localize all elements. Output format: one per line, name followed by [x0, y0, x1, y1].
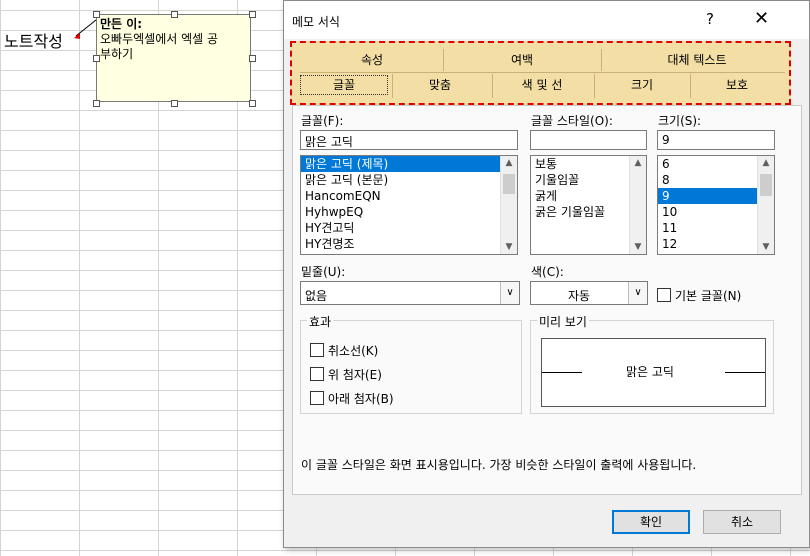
- strikethrough-checkbox[interactable]: [310, 343, 324, 357]
- cancel-button[interactable]: 취소: [703, 510, 781, 534]
- preview-baseline-right: [725, 372, 765, 373]
- resize-handle[interactable]: [249, 11, 256, 18]
- chevron-down-icon[interactable]: ∨: [628, 282, 647, 304]
- scroll-thumb[interactable]: [503, 174, 515, 194]
- scroll-up-icon[interactable]: ▲: [630, 156, 646, 170]
- effects-group: 효과 취소선(K) 위 첨자(E) 아래 첨자(B): [300, 313, 522, 414]
- tab-divider: [594, 74, 595, 98]
- info-text: 이 글꼴 스타일은 화면 표시용입니다. 가장 비슷한 스타일이 출력에 사용됩…: [301, 458, 697, 472]
- tab-divider: [601, 49, 602, 71]
- tab-alignment[interactable]: 맞춤: [400, 76, 480, 94]
- font-list-item[interactable]: 맑은 고딕 (제목): [301, 156, 517, 172]
- preview-title: 미리 보기: [537, 313, 589, 330]
- tab-alt-text[interactable]: 대체 텍스트: [632, 51, 762, 69]
- superscript-label: 위 첨자(E): [328, 368, 382, 382]
- scroll-thumb[interactable]: [760, 174, 772, 196]
- subscript-checkbox[interactable]: [310, 391, 324, 405]
- font-size-list[interactable]: 6 8 9 10 11 12 ▲ ▼: [657, 155, 775, 255]
- scroll-down-icon[interactable]: ▼: [501, 240, 517, 254]
- preview-baseline-left: [542, 372, 582, 373]
- font-name-input[interactable]: 맑은 고딕: [300, 130, 518, 150]
- tab-divider: [690, 74, 691, 98]
- normal-font-checkbox[interactable]: [657, 288, 671, 302]
- close-button[interactable]: ✕: [754, 8, 769, 29]
- underline-select[interactable]: 없음 ∨: [300, 281, 520, 305]
- font-style-label: 글꼴 스타일(O):: [531, 114, 613, 128]
- format-comment-dialog: 메모 서식 ? ✕ 속성 여백 대체 텍스트 글꼴 맞춤 색 및 선 크기 보호…: [283, 0, 810, 548]
- tab-divider: [392, 74, 393, 98]
- scroll-up-icon[interactable]: ▲: [758, 156, 774, 170]
- dialog-title: 메모 서식: [292, 15, 340, 29]
- tab-size[interactable]: 크기: [602, 76, 682, 94]
- help-button[interactable]: ?: [706, 10, 714, 28]
- color-select[interactable]: 자동 ∨: [530, 281, 648, 305]
- font-style-input[interactable]: [530, 130, 647, 150]
- tab-properties[interactable]: 속성: [332, 51, 412, 69]
- resize-handle[interactable]: [249, 55, 256, 62]
- underline-value: 없음: [305, 289, 328, 303]
- resize-handle[interactable]: [249, 100, 256, 107]
- effects-title: 효과: [307, 313, 334, 330]
- resize-handle[interactable]: [171, 100, 178, 107]
- scroll-down-icon[interactable]: ▼: [630, 240, 646, 254]
- dialog-titlebar: 메모 서식 ? ✕: [284, 1, 809, 39]
- note-author: 만든 이:: [100, 17, 143, 31]
- preview-text: 맑은 고딕: [626, 365, 674, 379]
- tab-divider: [492, 74, 493, 98]
- font-label: 글꼴(F):: [301, 114, 344, 128]
- preview-group: 미리 보기 맑은 고딕: [530, 313, 774, 414]
- size-list-scrollbar[interactable]: ▲ ▼: [757, 156, 774, 254]
- comment-note[interactable]: 만든 이: 오빠두엑셀에서 엑셀 공 부하기: [96, 14, 251, 102]
- tab-font[interactable]: 글꼴: [300, 75, 388, 95]
- scroll-down-icon[interactable]: ▼: [758, 240, 774, 254]
- font-list-item[interactable]: HancomEQN: [301, 188, 517, 204]
- note-line-2: 부하기: [100, 47, 134, 61]
- cell-note-author[interactable]: 노트작성: [4, 28, 63, 52]
- note-line-1: 오빠두엑셀에서 엑셀 공: [100, 32, 219, 46]
- chevron-down-icon[interactable]: ∨: [500, 282, 519, 304]
- tab-colors-lines[interactable]: 색 및 선: [497, 76, 587, 94]
- underline-label: 밑줄(U):: [301, 265, 346, 279]
- font-list-item[interactable]: HY견명조: [301, 236, 517, 252]
- tab-strip: 속성 여백 대체 텍스트 글꼴 맞춤 색 및 선 크기 보호: [290, 41, 791, 105]
- color-value: 자동: [568, 289, 591, 303]
- normal-font-label: 기본 글꼴(N): [675, 289, 742, 303]
- preview-box: 맑은 고딕: [541, 338, 766, 407]
- resize-handle[interactable]: [171, 11, 178, 18]
- ok-button[interactable]: 확인: [612, 510, 690, 534]
- font-tab-panel: 글꼴(F): 맑은 고딕 맑은 고딕 (제목) 맑은 고딕 (본문) HancomE…: [292, 105, 802, 495]
- font-style-list[interactable]: 보통 기울임꼴 굵게 굵은 기울임꼴 ▲ ▼: [530, 155, 647, 255]
- superscript-checkbox[interactable]: [310, 367, 324, 381]
- resize-handle[interactable]: [93, 11, 100, 18]
- style-list-scrollbar[interactable]: ▲ ▼: [629, 156, 646, 254]
- tab-margins[interactable]: 여백: [482, 51, 562, 69]
- strikethrough-label: 취소선(K): [328, 344, 379, 358]
- font-list-item[interactable]: HY견고딕: [301, 220, 517, 236]
- color-label: 색(C):: [531, 265, 564, 279]
- font-list-item[interactable]: 맑은 고딕 (본문): [301, 172, 517, 188]
- scroll-up-icon[interactable]: ▲: [501, 156, 517, 170]
- font-list-item[interactable]: HyhwpEQ: [301, 204, 517, 220]
- font-list-scrollbar[interactable]: ▲ ▼: [500, 156, 517, 254]
- tab-divider: [443, 49, 444, 71]
- resize-handle[interactable]: [93, 100, 100, 107]
- subscript-label: 아래 첨자(B): [328, 392, 394, 406]
- tab-protection[interactable]: 보호: [697, 76, 777, 94]
- font-size-input[interactable]: 9: [657, 130, 775, 150]
- resize-handle[interactable]: [93, 55, 100, 62]
- tab-row-divider: [300, 72, 785, 73]
- font-list[interactable]: 맑은 고딕 (제목) 맑은 고딕 (본문) HancomEQN HyhwpEQ HY견고…: [300, 155, 518, 255]
- size-label: 크기(S):: [658, 114, 702, 128]
